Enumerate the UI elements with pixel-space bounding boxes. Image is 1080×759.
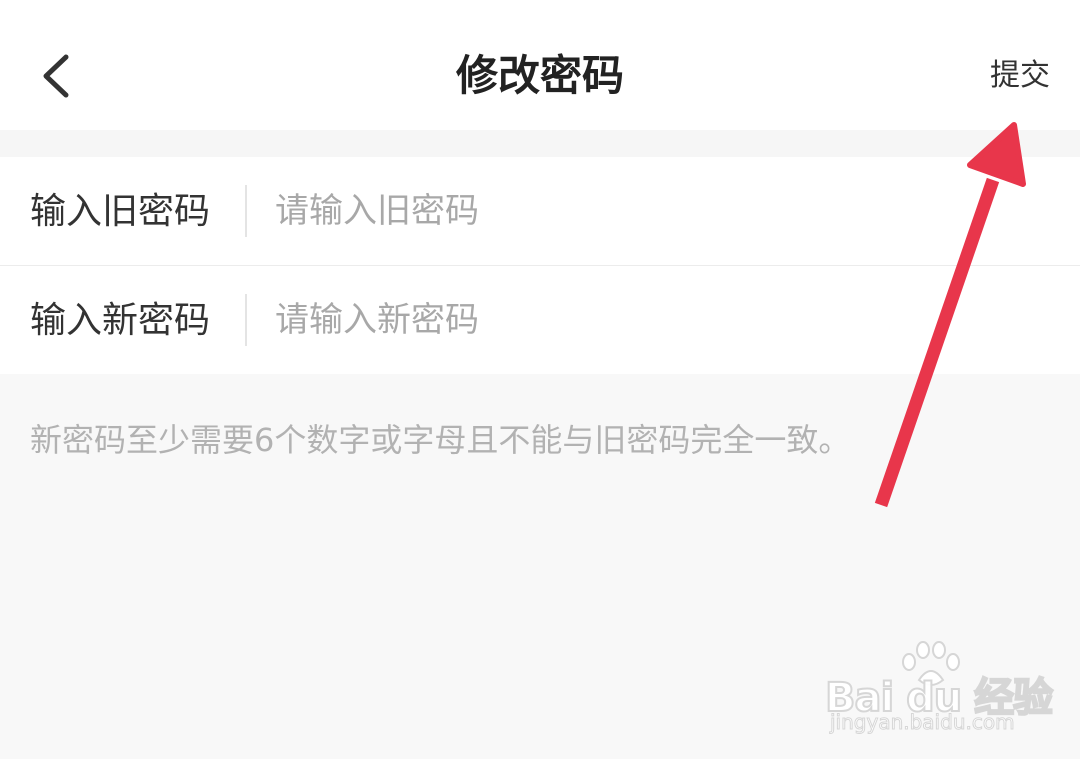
new-password-label: 输入新密码 [30, 300, 211, 341]
section-gap [0, 130, 1080, 157]
old-password-row: 输入旧密码 [0, 157, 1080, 265]
submit-button[interactable]: 提交 [990, 52, 1050, 100]
baidu-jingyan-watermark: Bai du 经验 jingyan.baidu.com [824, 640, 1054, 740]
password-form: 输入旧密码 输入新密码 [0, 157, 1080, 374]
old-password-input[interactable] [275, 183, 1035, 239]
back-button[interactable] [30, 45, 90, 105]
password-hint: 新密码至少需要6个数字或字母且不能与旧密码完全一致。 [30, 421, 851, 459]
chevron-left-icon [30, 45, 90, 105]
new-password-input[interactable] [275, 292, 1035, 348]
paw-logo-icon [902, 641, 960, 686]
field-divider [245, 185, 247, 237]
watermark-url-text: jingyan.baidu.com [830, 710, 1016, 735]
watermark-logo-text: Bai du 经验 [824, 674, 1054, 722]
old-password-label: 输入旧密码 [30, 191, 211, 232]
navigation-bar: 修改密码 提交 [0, 0, 1080, 130]
new-password-row: 输入新密码 [0, 266, 1080, 374]
page-title: 修改密码 [455, 51, 624, 100]
field-divider [245, 294, 247, 346]
